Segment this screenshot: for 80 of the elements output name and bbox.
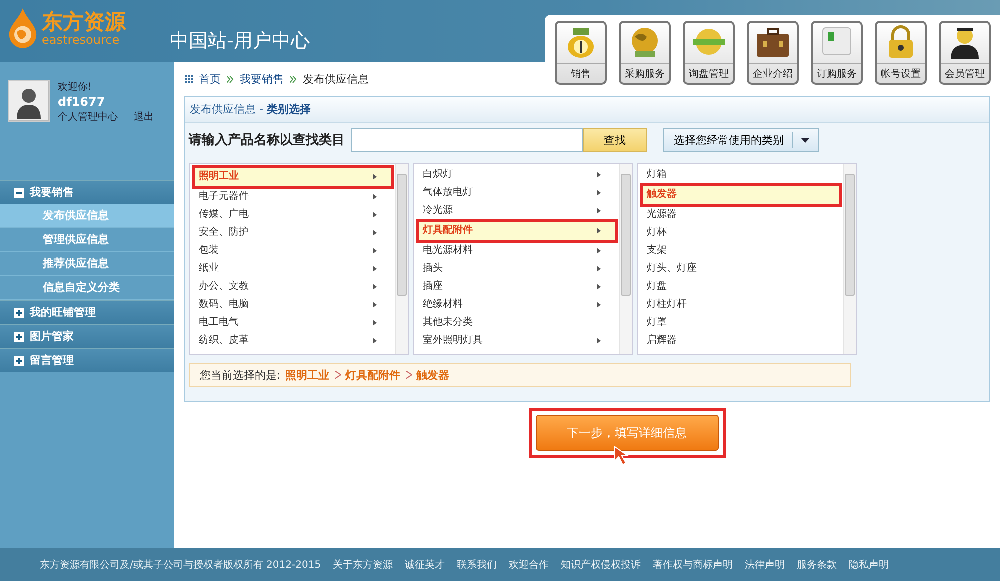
scrollbar[interactable] <box>619 164 632 354</box>
grid-icon <box>185 75 193 83</box>
category-item[interactable]: 灯头、灯座 <box>641 260 841 278</box>
breadcrumb-current: 发布供应信息 <box>303 72 369 86</box>
category-item[interactable]: 灯盘 <box>641 278 841 296</box>
logo-subtitle: eastresource <box>42 34 121 46</box>
chevron-icon <box>290 76 297 82</box>
category-item[interactable]: 电工电气 <box>193 314 393 332</box>
search-button[interactable]: 查找 <box>583 128 647 152</box>
category-item[interactable]: 冷光源 <box>417 202 617 220</box>
category-item[interactable]: 白炽灯 <box>417 166 617 184</box>
common-category-dropdown[interactable]: 选择您经常使用的类别 <box>663 128 819 152</box>
site-title: 中国站-用户中心 <box>170 29 310 54</box>
separator-icon <box>334 371 341 379</box>
caret-icon <box>801 138 810 142</box>
scrollbar[interactable] <box>843 164 856 354</box>
category-item[interactable]: 数码、电脑 <box>193 296 393 314</box>
category-item[interactable]: 灯杯 <box>641 224 841 242</box>
copyright-text: 东方资源有限公司及/或其子公司与授权者版权所有 2012-2015 <box>40 558 322 572</box>
selection-label: 您当前选择的是: <box>200 368 281 382</box>
greeting-text: 欢迎你! <box>58 80 94 94</box>
footer-link[interactable]: 知识产权侵权投诉 <box>561 558 642 572</box>
category-item[interactable]: 电光源材料 <box>417 242 617 260</box>
category-item[interactable]: 气体放电灯 <box>417 184 617 202</box>
avatar-icon <box>8 80 50 122</box>
category-item[interactable]: 照明工业 <box>193 166 393 188</box>
menu-group[interactable]: 我要销售 <box>0 180 174 204</box>
user-center-link[interactable]: 个人管理中心 <box>58 110 118 124</box>
selected-category: 灯具配附件 <box>346 368 401 382</box>
category-item[interactable]: 启辉器 <box>641 332 841 350</box>
nav-tile[interactable]: 采购服务 <box>619 21 671 85</box>
category-item[interactable]: 灯具配附件 <box>417 220 617 242</box>
nav-tile[interactable]: 会员管理 <box>939 21 991 85</box>
footer-link[interactable]: 诚征英才 <box>405 558 446 572</box>
panel-title: 发布供应信息 - 类别选择 <box>190 103 311 116</box>
category-item[interactable]: 传媒、广电 <box>193 206 393 224</box>
category-item[interactable]: 绝缘材料 <box>417 296 617 314</box>
footer-link[interactable]: 欢迎合作 <box>509 558 550 572</box>
menu-group[interactable]: 我的旺铺管理 <box>0 300 174 324</box>
logout-link[interactable]: 退出 <box>134 110 154 124</box>
nav-tile[interactable]: 订购服务 <box>811 21 863 85</box>
category-item[interactable]: 安全、防护 <box>193 224 393 242</box>
logo-title: 东方资源 <box>42 10 126 34</box>
breadcrumb-link[interactable]: 首页 <box>199 72 221 86</box>
footer-link[interactable]: 服务条款 <box>797 558 838 572</box>
category-item[interactable]: 纺织、皮革 <box>193 332 393 350</box>
footer-link[interactable]: 关于东方资源 <box>333 558 394 572</box>
menu-group[interactable]: 图片管家 <box>0 324 174 348</box>
selected-category: 照明工业 <box>286 368 330 382</box>
category-item[interactable]: 灯箱 <box>641 166 841 184</box>
footer-link[interactable]: 隐私声明 <box>849 558 890 572</box>
category-item[interactable]: 灯柱灯杆 <box>641 296 841 314</box>
category-item[interactable]: 纸业 <box>193 260 393 278</box>
category-item[interactable]: 光源器 <box>641 206 841 224</box>
footer-link[interactable]: 著作权与商标声明 <box>653 558 734 572</box>
category-item[interactable]: 室外照明灯具 <box>417 332 617 350</box>
scrollbar[interactable] <box>395 164 408 354</box>
category-item[interactable]: 其他未分类 <box>417 314 617 332</box>
nav-tile[interactable]: 销售 <box>555 21 607 85</box>
nav-tile[interactable]: 帐号设置 <box>875 21 927 85</box>
category-item[interactable]: 插头 <box>417 260 617 278</box>
category-item[interactable]: 插座 <box>417 278 617 296</box>
category-item[interactable]: 包装 <box>193 242 393 260</box>
menu-group[interactable]: 留言管理 <box>0 348 174 372</box>
breadcrumb-link[interactable]: 我要销售 <box>240 72 284 86</box>
category-item[interactable]: 支架 <box>641 242 841 260</box>
footer-link[interactable]: 联系我们 <box>457 558 498 572</box>
footer-link[interactable]: 法律声明 <box>745 558 786 572</box>
search-label: 请输入产品名称以查找类目 <box>189 132 345 149</box>
user-name: df1677 <box>58 95 106 109</box>
search-field[interactable] <box>351 128 583 152</box>
nav-tile[interactable]: 询盘管理 <box>683 21 735 85</box>
selected-category: 触发器 <box>416 368 450 382</box>
category-item[interactable]: 办公、文教 <box>193 278 393 296</box>
category-item[interactable]: 触发器 <box>641 184 841 206</box>
category-item[interactable]: 灯罩 <box>641 314 841 332</box>
separator-icon <box>406 371 412 379</box>
category-item[interactable]: 电子元器件 <box>193 188 393 206</box>
chevron-icon <box>227 76 234 82</box>
nav-tile[interactable]: 企业介绍 <box>747 21 799 85</box>
